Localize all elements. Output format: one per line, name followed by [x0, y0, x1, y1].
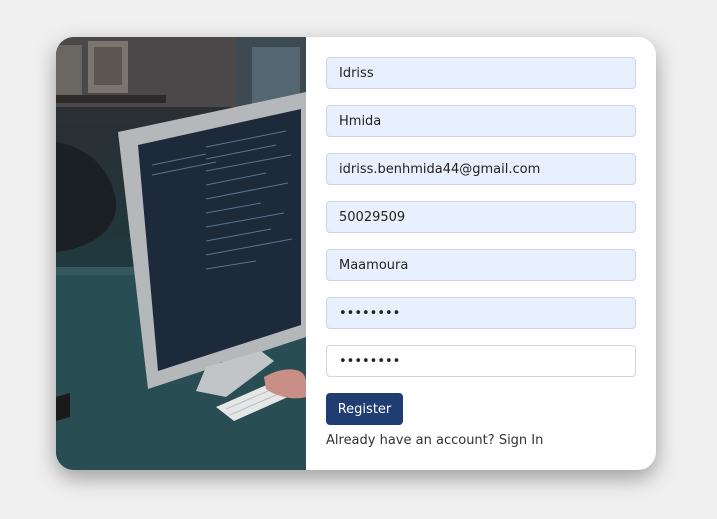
workspace-image: [56, 37, 306, 470]
email-input[interactable]: [326, 153, 636, 185]
login-prompt-text: Already have an account?: [326, 433, 495, 448]
login-prompt: Already have an account? Sign In: [326, 433, 543, 448]
first-name-input[interactable]: [326, 57, 636, 89]
register-card: Register Already have an account? Sign I…: [56, 37, 656, 470]
password-input[interactable]: [326, 297, 636, 329]
city-input[interactable]: [326, 249, 636, 281]
register-button[interactable]: Register: [326, 393, 403, 425]
register-form: Register Already have an account? Sign I…: [306, 37, 656, 470]
sign-in-link[interactable]: Sign In: [499, 433, 544, 448]
phone-input[interactable]: [326, 201, 636, 233]
confirm-password-input[interactable]: [326, 345, 636, 377]
last-name-input[interactable]: [326, 105, 636, 137]
computer-desk-illustration: [56, 37, 306, 470]
